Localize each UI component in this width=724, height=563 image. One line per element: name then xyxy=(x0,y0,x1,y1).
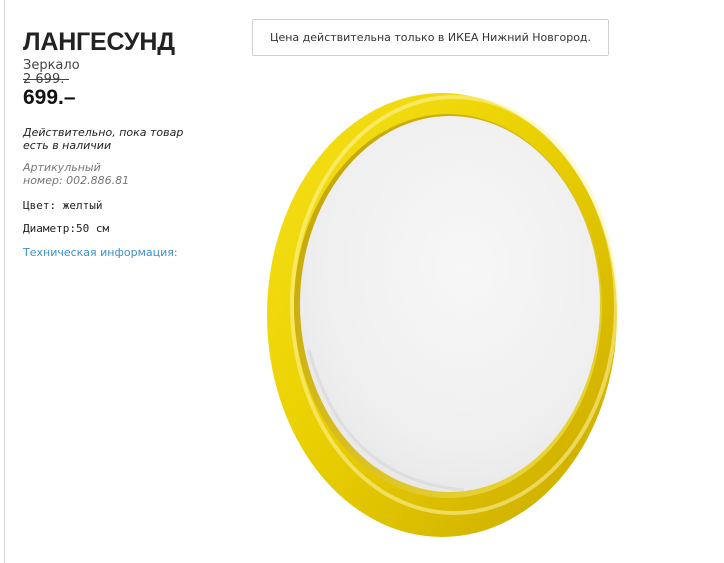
diameter-spec: Диаметр:50 см xyxy=(23,222,110,235)
notice-text: Цена действительна только в ИКЕА Нижний … xyxy=(269,31,592,44)
product-info: ЛАНГЕСУНД Зеркало 2 699.- 699.– Действит… xyxy=(23,26,198,260)
current-price: 699.– xyxy=(23,86,76,109)
availability-note: Действительно, пока товар есть в наличии xyxy=(23,126,184,152)
product-type: Зеркало xyxy=(23,58,80,73)
article-value: номер: 002.886.81 xyxy=(23,174,130,187)
left-sidebar-edge xyxy=(0,0,5,563)
price-validity-notice: Цена действительна только в ИКЕА Нижний … xyxy=(252,19,609,56)
product-page: ЛАНГЕСУНД Зеркало 2 699.- 699.– Действит… xyxy=(0,0,724,563)
article-number: Артикульный номер: 002.886.81 xyxy=(23,161,198,187)
product-name: ЛАНГЕСУНД xyxy=(23,28,175,56)
round-yellow-mirror-photo xyxy=(267,93,618,537)
mirror-glass xyxy=(300,116,600,492)
color-spec: Цвет: желтый xyxy=(23,199,103,212)
old-price: 2 699.- xyxy=(23,72,70,87)
technical-info-link[interactable]: Техническая информация: xyxy=(23,246,178,259)
article-label: Артикульный xyxy=(23,161,101,174)
